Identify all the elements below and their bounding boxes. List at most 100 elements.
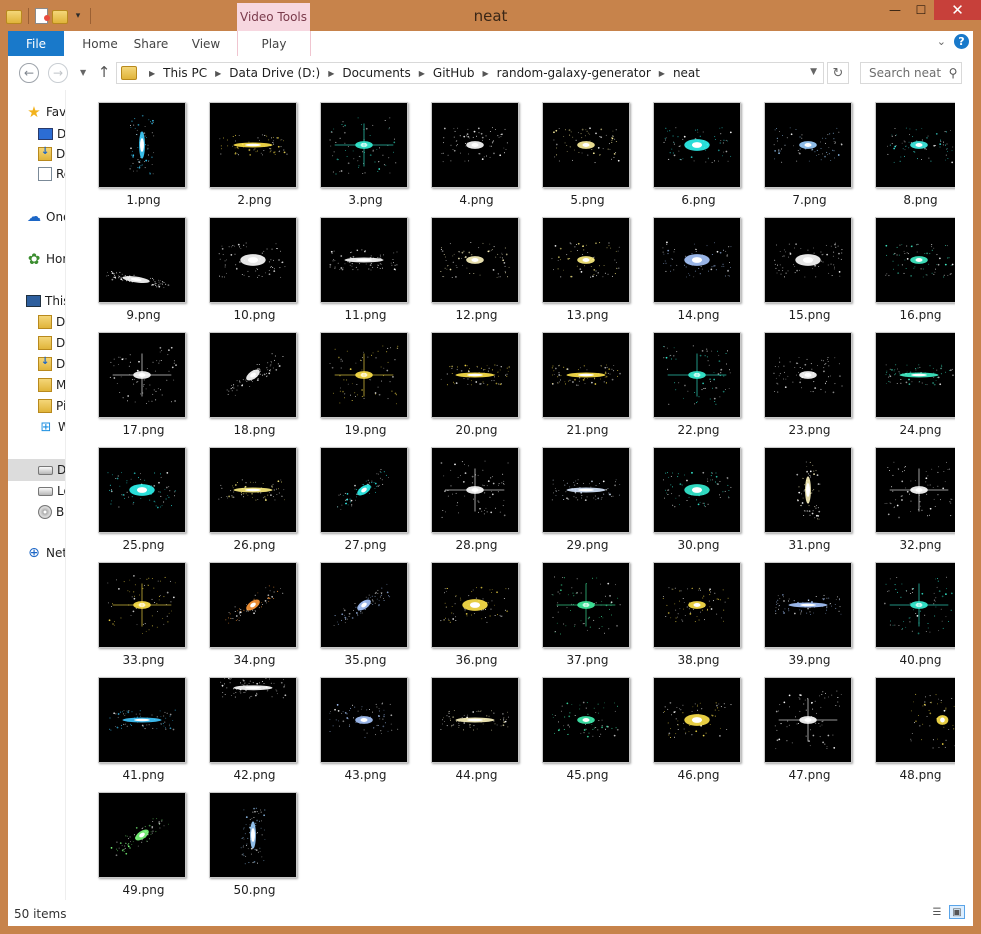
file-item[interactable]: 29.png	[521, 435, 632, 552]
up-arrow-icon[interactable]: ↑	[96, 63, 112, 81]
file-item[interactable]: 28.png	[410, 435, 521, 552]
breadcrumb-separator[interactable]: ▶	[328, 69, 334, 78]
file-item[interactable]: 38.png	[632, 550, 743, 667]
file-item[interactable]: 11.png	[299, 205, 410, 322]
file-item[interactable]: 43.png	[299, 665, 410, 782]
nav-item[interactable]: Desktop	[8, 123, 65, 145]
breadcrumb-separator[interactable]: ▶	[419, 69, 425, 78]
file-item[interactable]: 7.png	[743, 90, 854, 207]
nav-item[interactable]: BD-ROM Drive	[8, 501, 65, 523]
nav-item[interactable]: ⊕ Network	[8, 542, 65, 564]
new-folder-icon[interactable]	[52, 10, 68, 24]
nav-item[interactable]: ✿ Homegroup	[8, 248, 65, 270]
nav-item[interactable]: Downloads	[8, 353, 65, 375]
nav-item[interactable]: Local Disk	[8, 480, 65, 502]
recent-locations-chevron-icon[interactable]: ▼	[80, 68, 86, 77]
file-item[interactable]: 47.png	[743, 665, 854, 782]
help-icon[interactable]: ?	[954, 34, 969, 49]
file-item[interactable]: 27.png	[299, 435, 410, 552]
search-icon[interactable]: ⚲	[945, 66, 961, 80]
customize-quick-access-icon[interactable]: ▾	[72, 11, 84, 21]
file-item[interactable]: 25.png	[77, 435, 188, 552]
file-item[interactable]: 18.png	[188, 320, 299, 437]
tab-home[interactable]: Home	[72, 31, 128, 56]
nav-item[interactable]: Data Drive (D:)	[8, 459, 65, 481]
file-item[interactable]: 16.png	[854, 205, 965, 322]
tab-view[interactable]: View	[180, 31, 232, 56]
breadcrumb-data-drive[interactable]: Data Drive (D:)	[229, 66, 320, 80]
file-item[interactable]: 1.png	[77, 90, 188, 207]
file-item[interactable]: 15.png	[743, 205, 854, 322]
nav-item[interactable]: This PC	[8, 290, 65, 312]
breadcrumb-separator[interactable]: ▶	[149, 69, 155, 78]
breadcrumb-this-pc[interactable]: This PC	[163, 66, 207, 80]
nav-item[interactable]: ⊞ Windows (C:)	[8, 416, 65, 438]
file-item[interactable]: 23.png	[743, 320, 854, 437]
refresh-icon[interactable]: ↻	[827, 62, 849, 84]
file-item[interactable]: 35.png	[299, 550, 410, 667]
nav-item[interactable]: Desktop	[8, 311, 65, 333]
nav-item[interactable]: ★ Favorites	[8, 101, 65, 123]
file-item[interactable]: 10.png	[188, 205, 299, 322]
scrollbar[interactable]	[955, 90, 973, 900]
forward-arrow-icon[interactable]: →	[48, 63, 68, 83]
file-item[interactable]: 12.png	[410, 205, 521, 322]
file-item[interactable]: 40.png	[854, 550, 965, 667]
nav-item[interactable]: Recent places	[8, 163, 65, 185]
file-item[interactable]: 9.png	[77, 205, 188, 322]
file-item[interactable]: 3.png	[299, 90, 410, 207]
details-view-icon[interactable]: ☰	[929, 905, 945, 919]
breadcrumb-separator[interactable]: ▶	[659, 69, 665, 78]
nav-item[interactable]: Pictures	[8, 395, 65, 417]
address-bar[interactable]: ▶ This PC ▶ Data Drive (D:) ▶ Documents …	[116, 62, 824, 84]
file-item[interactable]: 5.png	[521, 90, 632, 207]
search-input[interactable]: Search neat	[861, 66, 945, 80]
file-item[interactable]: 45.png	[521, 665, 632, 782]
tab-file[interactable]: File	[8, 31, 64, 56]
close-button[interactable]: ✕	[934, 0, 981, 20]
file-item[interactable]: 48.png	[854, 665, 965, 782]
file-item[interactable]: 50.png	[188, 780, 299, 897]
file-item[interactable]: 46.png	[632, 665, 743, 782]
file-item[interactable]: 6.png	[632, 90, 743, 207]
file-item[interactable]: 42.png	[188, 665, 299, 782]
properties-icon[interactable]	[35, 8, 50, 24]
tab-share[interactable]: Share	[128, 31, 174, 56]
breadcrumb-separator[interactable]: ▶	[483, 69, 489, 78]
nav-item[interactable]: ☁ OneDrive	[8, 206, 65, 228]
file-item[interactable]: 41.png	[77, 665, 188, 782]
file-item[interactable]: 22.png	[632, 320, 743, 437]
file-item[interactable]: 2.png	[188, 90, 299, 207]
file-item[interactable]: 36.png	[410, 550, 521, 667]
file-item[interactable]: 31.png	[743, 435, 854, 552]
file-item[interactable]: 26.png	[188, 435, 299, 552]
file-item[interactable]: 20.png	[410, 320, 521, 437]
search-box[interactable]: Search neat ⚲	[860, 62, 962, 84]
breadcrumb-documents[interactable]: Documents	[342, 66, 410, 80]
file-item[interactable]: 39.png	[743, 550, 854, 667]
file-item[interactable]: 19.png	[299, 320, 410, 437]
file-item[interactable]: 21.png	[521, 320, 632, 437]
file-item[interactable]: 13.png	[521, 205, 632, 322]
breadcrumb-random-galaxy-generator[interactable]: random-galaxy-generator	[497, 66, 651, 80]
chevron-down-icon[interactable]: ⌄	[937, 35, 946, 48]
address-dropdown-icon[interactable]: ▼	[810, 67, 817, 77]
breadcrumb-separator[interactable]: ▶	[215, 69, 221, 78]
file-item[interactable]: 8.png	[854, 90, 965, 207]
tab-play[interactable]: Play	[237, 31, 311, 56]
back-arrow-icon[interactable]: ←	[19, 63, 39, 83]
file-item[interactable]: 14.png	[632, 205, 743, 322]
maximize-button[interactable]: ☐	[908, 0, 934, 20]
file-item[interactable]: 37.png	[521, 550, 632, 667]
nav-item[interactable]: Documents	[8, 332, 65, 354]
file-item[interactable]: 4.png	[410, 90, 521, 207]
breadcrumb-neat[interactable]: neat	[673, 66, 700, 80]
breadcrumb-github[interactable]: GitHub	[433, 66, 475, 80]
nav-item[interactable]: Music	[8, 374, 65, 396]
file-item[interactable]: 34.png	[188, 550, 299, 667]
file-item[interactable]: 30.png	[632, 435, 743, 552]
file-item[interactable]: 33.png	[77, 550, 188, 667]
file-item[interactable]: 32.png	[854, 435, 965, 552]
file-item[interactable]: 24.png	[854, 320, 965, 437]
navigation-pane[interactable]: ★ Favorites Desktop Downloads Recent places ☁…	[8, 90, 66, 900]
